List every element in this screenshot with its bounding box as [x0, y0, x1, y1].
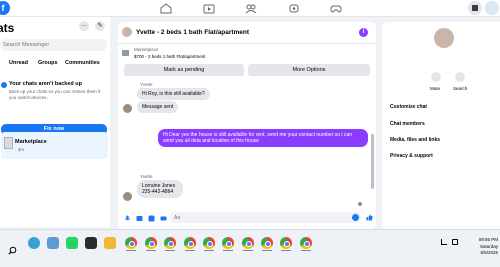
received-message[interactable]: Message sent: [137, 101, 179, 113]
conversation-info-panel: Mute Search Customize chat Chat members …: [382, 22, 500, 229]
running-indicator: [243, 250, 253, 251]
chats-title: ats: [0, 21, 15, 35]
running-indicator: [146, 250, 156, 251]
running-indicator: [281, 250, 291, 251]
message-composer: [118, 209, 376, 227]
conversation-header: Yvette - 2 beds 1 bath Flat/apartment i: [118, 22, 376, 44]
gaming-icon[interactable]: [330, 3, 342, 14]
new-message-button[interactable]: ✎: [95, 21, 105, 31]
search-icon[interactable]: [8, 246, 17, 255]
apps-grid-icon[interactable]: [468, 1, 482, 15]
contact-avatar[interactable]: [122, 27, 132, 37]
tab-groups[interactable]: Groups: [38, 60, 58, 66]
contact-avatar-small[interactable]: [123, 192, 132, 201]
battery-icon[interactable]: [452, 239, 458, 245]
running-indicator: [301, 250, 311, 251]
sender-name: Yvette: [140, 82, 153, 87]
groups-icon[interactable]: [288, 3, 300, 14]
home-icon[interactable]: [160, 3, 172, 14]
chrome-icon[interactable]: [164, 237, 176, 249]
running-indicator: [185, 250, 195, 251]
privacy-support-item[interactable]: Privacy & support: [390, 153, 433, 159]
more-options-button[interactable]: More Options: [248, 64, 370, 76]
chat-members-item[interactable]: Chat members: [390, 121, 425, 127]
image-icon[interactable]: [136, 215, 143, 222]
clock-date: 6/6/2026: [480, 250, 498, 255]
chrome-icon[interactable]: [145, 237, 157, 249]
contact-profile-avatar[interactable]: [434, 28, 454, 48]
chat-time: · 3m: [15, 147, 24, 152]
media-files-links-item[interactable]: Media, files and links: [390, 137, 440, 143]
mute-label: Mute: [430, 86, 441, 91]
tab-unread[interactable]: Unread: [9, 60, 28, 66]
facebook-logo[interactable]: f: [0, 1, 10, 15]
edge-icon[interactable]: [28, 237, 40, 249]
marketplace-listing-card: Marketplace $700 - 2 beds 1 bath Flat/ap…: [120, 46, 374, 76]
backup-title: Your chats aren't backed up: [9, 81, 83, 87]
microphone-icon[interactable]: [124, 215, 131, 222]
chrome-icon[interactable]: [242, 237, 254, 249]
conversation-panel: Yvette - 2 beds 1 bath Flat/apartment i …: [118, 22, 376, 229]
received-message[interactable]: Hi Roy, is this still available?: [137, 88, 210, 100]
mark-as-pending-button[interactable]: Mark as pending: [124, 64, 244, 76]
file-explorer-icon[interactable]: [104, 237, 116, 249]
chrome-icon[interactable]: [300, 237, 312, 249]
chrome-icon[interactable]: [184, 237, 196, 249]
windows-taskbar: 09:56 PM Saturday 6/6/2026: [0, 229, 500, 267]
marketplace-avatar: [4, 137, 13, 149]
listing-label: Marketplace: [134, 47, 159, 52]
chrome-icon[interactable]: [280, 237, 292, 249]
sender-name: Yvette: [140, 174, 153, 179]
backup-notice: Your chats aren't backed up Back up your…: [0, 77, 110, 135]
running-indicator: [165, 250, 175, 251]
chat-filter-tabs: Unread Groups Communities: [0, 57, 110, 69]
running-indicator: [223, 250, 233, 251]
emoji-icon[interactable]: [352, 214, 359, 221]
contact-avatar-small[interactable]: [123, 104, 132, 113]
conversation-scrollbar[interactable]: [371, 134, 374, 189]
backup-icon: [1, 82, 7, 88]
watch-icon[interactable]: [203, 3, 215, 14]
tab-communities[interactable]: Communities: [65, 60, 100, 66]
conversation-title[interactable]: Yvette - 2 beds 1 bath Flat/apartment: [136, 29, 249, 36]
whatsapp-icon[interactable]: [66, 237, 78, 249]
chrome-icon[interactable]: [222, 237, 234, 249]
sticker-icon[interactable]: [148, 215, 155, 222]
network-icon[interactable]: [441, 239, 447, 245]
thumbs-up-icon[interactable]: [366, 214, 373, 221]
seen-indicator-avatar: [358, 202, 362, 206]
sent-message[interactable]: Hi Dear yes the house is still available…: [158, 129, 368, 147]
gif-icon[interactable]: [160, 215, 167, 222]
mute-bell-icon[interactable]: [431, 72, 441, 82]
message-input[interactable]: [170, 212, 361, 223]
system-clock[interactable]: 09:56 PM Saturday 6/6/2026: [468, 237, 498, 257]
chats-sidebar: ats ··· ✎ Unread Groups Communities Your…: [0, 17, 110, 227]
customize-chat-item[interactable]: Customize chat: [390, 104, 427, 110]
chrome-icon[interactable]: [261, 237, 273, 249]
app-icon[interactable]: [85, 237, 97, 249]
listing-thumbnail[interactable]: [122, 50, 129, 56]
top-navigation-bar: f: [0, 0, 500, 17]
chat-name: Marketplace: [15, 139, 47, 145]
chrome-icon[interactable]: [125, 237, 137, 249]
marketplace-icon[interactable]: [245, 3, 257, 14]
search-messenger-input[interactable]: [0, 39, 107, 51]
listing-title[interactable]: $700 - 2 beds 1 bath Flat/apartment: [134, 54, 206, 59]
chat-list-item[interactable]: Marketplace · 3m: [1, 132, 108, 159]
running-indicator: [126, 250, 136, 251]
backup-description: Back up your chats so you can restore th…: [9, 89, 101, 100]
more-options-button[interactable]: ···: [79, 21, 89, 31]
running-indicator: [204, 250, 214, 251]
search-label: Search: [453, 86, 468, 91]
messenger-icon[interactable]: [485, 1, 499, 15]
search-icon[interactable]: [455, 72, 465, 82]
received-message[interactable]: Lorraine Jones 225-442-4864: [137, 180, 183, 198]
photos-icon[interactable]: [47, 237, 59, 249]
info-icon[interactable]: i: [359, 28, 368, 37]
running-indicator: [262, 250, 272, 251]
chrome-icon[interactable]: [203, 237, 215, 249]
